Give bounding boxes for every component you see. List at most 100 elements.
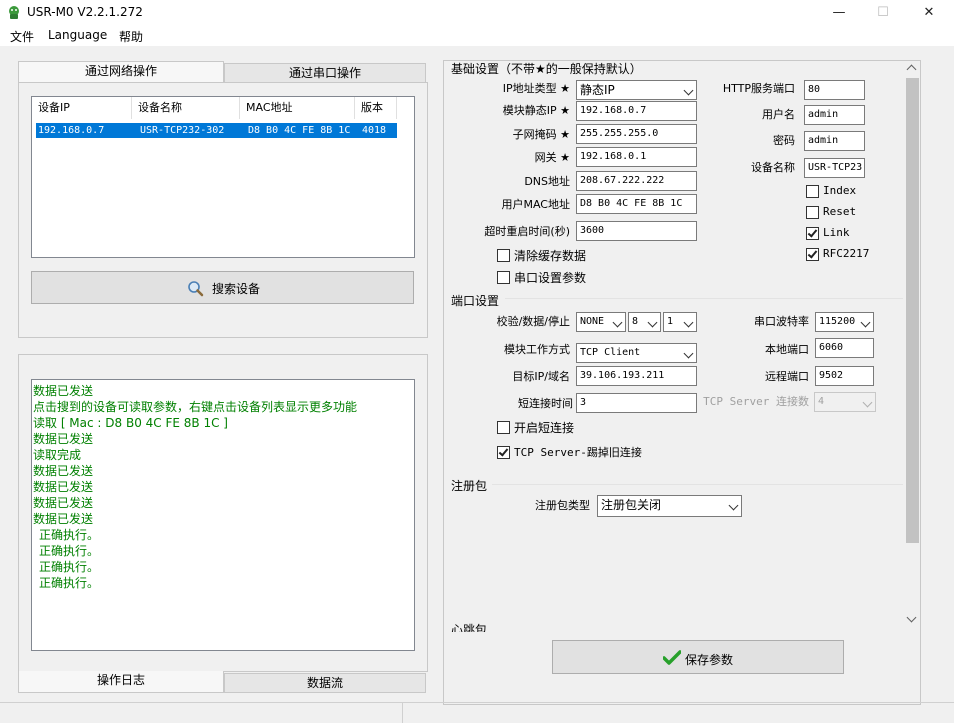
- remote-port-label: 远程端口: [765, 370, 809, 383]
- username-field[interactable]: admin: [804, 105, 865, 125]
- target-label: 目标IP/域名: [512, 370, 570, 383]
- server-conn-select: 4: [814, 392, 876, 412]
- kick-old-conn-checkbox[interactable]: [497, 446, 510, 459]
- device-list[interactable]: 设备IP 设备名称 MAC地址 版本 192.168.0.7 USR-TCP23…: [31, 96, 415, 258]
- baud-select[interactable]: 115200: [815, 312, 874, 332]
- username-label: 用户名: [762, 108, 795, 121]
- clear-cache-label: 清除缓存数据: [514, 249, 587, 263]
- kick-old-conn-label: TCP Server-踢掉旧连接: [514, 446, 642, 459]
- dns-label: DNS地址: [524, 175, 570, 188]
- clear-cache-checkbox[interactable]: [497, 249, 510, 262]
- enable-short-conn-checkbox[interactable]: [497, 421, 510, 434]
- scrollbar[interactable]: [904, 62, 920, 632]
- rfc2217-checkbox[interactable]: [806, 248, 819, 261]
- chevron-down-icon: [647, 317, 658, 328]
- http-port-field[interactable]: 80: [804, 80, 865, 100]
- maximize-button[interactable]: ☐: [860, 0, 906, 26]
- subnet-field[interactable]: 255.255.255.0: [576, 124, 697, 144]
- app-icon: [9, 6, 19, 19]
- tab-network[interactable]: 通过网络操作: [18, 61, 224, 83]
- chevron-down-icon: [728, 500, 739, 511]
- timeout-field[interactable]: 3600: [576, 221, 697, 241]
- ip-type-label: IP地址类型 ★: [470, 81, 570, 97]
- search-device-button[interactable]: 搜索设备: [31, 271, 414, 304]
- link-checkbox[interactable]: [806, 227, 819, 240]
- window-title: USR-M0 V2.2.1.272: [27, 5, 143, 19]
- work-mode-label: 模块工作方式: [504, 343, 570, 356]
- scroll-down-icon[interactable]: [906, 612, 917, 623]
- enable-short-conn-label: 开启短连接: [514, 421, 575, 435]
- heartbeat-title: 心跳包: [451, 623, 488, 632]
- data-bits-value: 8: [632, 316, 639, 327]
- cell-version: 4018: [362, 125, 387, 136]
- column-mac[interactable]: MAC地址: [240, 97, 355, 119]
- short-conn-label: 短连接时间: [518, 397, 573, 410]
- menu-help[interactable]: 帮助: [119, 28, 143, 45]
- log-line: 读取 [ Mac : D8 B0 4C FE 8B 1C ]: [33, 416, 228, 430]
- log-line: 正确执行。: [39, 576, 100, 590]
- save-params-button[interactable]: 保存参数: [552, 640, 844, 674]
- reset-label: Reset: [823, 205, 857, 218]
- stop-bits-select[interactable]: 1: [663, 312, 697, 332]
- title-bar: [0, 0, 954, 26]
- link-label: Link: [823, 226, 850, 239]
- minimize-button[interactable]: —: [816, 0, 862, 26]
- menu-file[interactable]: 文件: [10, 28, 34, 45]
- static-ip-field[interactable]: 192.168.0.7: [576, 101, 697, 121]
- required-star-icon: ★: [560, 128, 570, 141]
- log-line: 数据已发送: [33, 384, 94, 398]
- target-field[interactable]: 39.106.193.211: [576, 366, 697, 386]
- gateway-label-text: 网关: [534, 151, 557, 164]
- scroll-up-icon[interactable]: [906, 64, 917, 75]
- gateway-field[interactable]: 192.168.0.1: [576, 147, 697, 167]
- ip-type-value: 静态IP: [580, 83, 615, 97]
- dns-field[interactable]: 208.67.222.222: [576, 171, 697, 191]
- serial-params-checkbox[interactable]: [497, 271, 510, 284]
- chevron-down-icon: [860, 317, 871, 328]
- work-mode-select[interactable]: TCP Client: [576, 343, 697, 363]
- log-line: 正确执行。: [39, 544, 100, 558]
- scrollbar-thumb[interactable]: [906, 78, 919, 543]
- remote-port-field[interactable]: 9502: [815, 366, 874, 386]
- server-conn-value: 4: [818, 396, 825, 407]
- work-mode-value: TCP Client: [580, 347, 641, 358]
- column-device-ip[interactable]: 设备IP: [32, 97, 132, 119]
- parity-select[interactable]: NONE: [576, 312, 626, 332]
- register-type-select[interactable]: 注册包关闭: [597, 495, 742, 517]
- baud-value: 115200: [819, 316, 856, 327]
- close-button[interactable]: ✕: [906, 0, 952, 26]
- divider: [505, 298, 903, 299]
- column-device-name[interactable]: 设备名称: [132, 97, 240, 119]
- status-bar-divider: [0, 702, 954, 703]
- checkmark-icon: [807, 227, 818, 238]
- data-bits-select[interactable]: 8: [628, 312, 661, 332]
- ip-type-label-text: IP地址类型: [502, 82, 557, 95]
- ip-type-select[interactable]: 静态IP: [576, 80, 697, 100]
- password-label: 密码: [773, 134, 795, 147]
- divider: [492, 484, 903, 485]
- mac-field[interactable]: D8 B0 4C FE 8B 1C: [576, 194, 697, 214]
- log-line: 读取完成: [33, 448, 82, 462]
- chevron-down-icon: [683, 317, 694, 328]
- log-line: 数据已发送: [33, 480, 94, 494]
- menu-bar: [0, 26, 954, 46]
- reset-checkbox[interactable]: [806, 206, 819, 219]
- tab-serial[interactable]: 通过串口操作: [224, 63, 426, 83]
- column-version[interactable]: 版本: [355, 97, 397, 119]
- register-type-label: 注册包类型: [535, 499, 590, 512]
- local-port-field[interactable]: 6060: [815, 338, 874, 358]
- tab-operation-log[interactable]: 操作日志: [18, 671, 224, 693]
- short-conn-field[interactable]: 3: [576, 393, 697, 413]
- index-checkbox[interactable]: [806, 185, 819, 198]
- menu-language[interactable]: Language: [48, 28, 107, 42]
- device-name-label: 设备名称: [751, 161, 795, 174]
- table-row[interactable]: 192.168.0.7 USR-TCP232-302 D8 B0 4C FE 8…: [36, 123, 397, 138]
- password-field[interactable]: admin: [804, 131, 865, 151]
- log-output[interactable]: 数据已发送 点击搜到的设备可读取参数，右键点击设备列表显示更多功能 读取 [ M…: [31, 379, 415, 651]
- tab-data-stream[interactable]: 数据流: [224, 673, 426, 693]
- required-star-icon: ★: [560, 104, 570, 117]
- search-icon: [188, 281, 204, 297]
- device-name-field[interactable]: USR-TCP23: [804, 158, 865, 178]
- basic-settings-title: 基础设置（不带★的一般保持默认）: [451, 62, 642, 76]
- checkmark-icon: [498, 446, 509, 457]
